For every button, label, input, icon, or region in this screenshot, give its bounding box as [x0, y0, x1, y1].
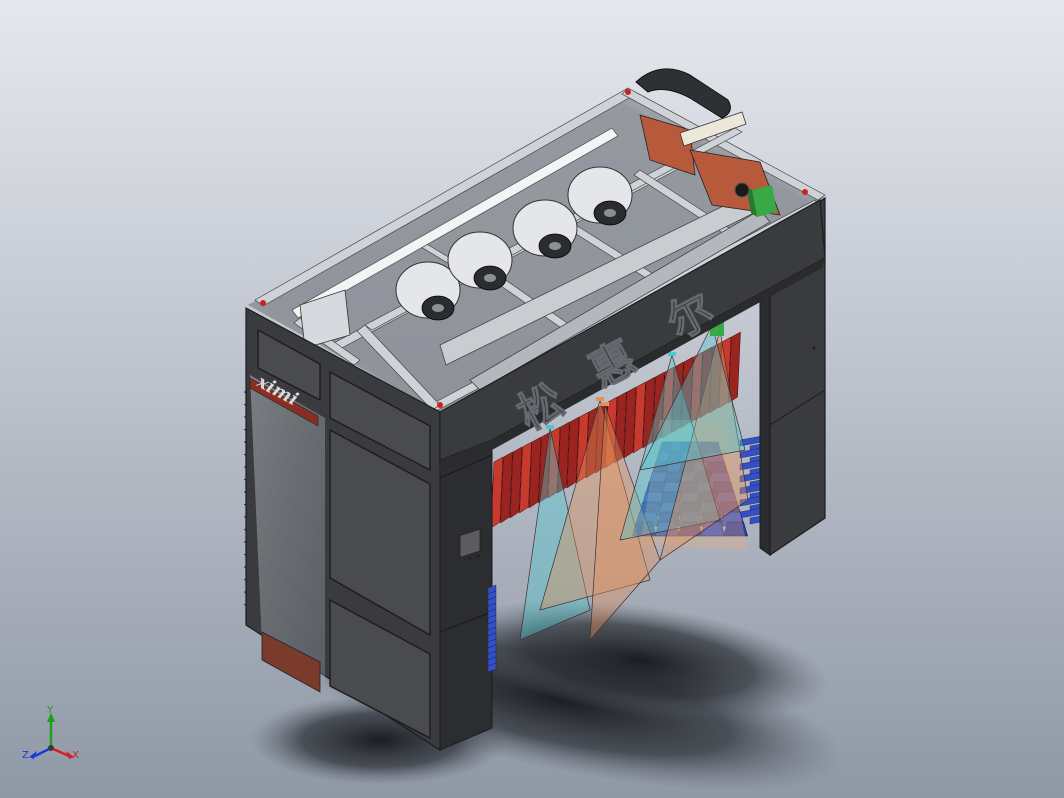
fan-hub	[484, 274, 496, 282]
z-axis-label: Z	[22, 750, 29, 761]
side-flap-stack	[487, 584, 497, 673]
spray-nozzle	[596, 397, 604, 401]
cad-scene[interactable]: ximi 松 惠 尔	[0, 0, 1064, 798]
x-axis-label: X	[72, 750, 79, 761]
cad-viewport[interactable]: ximi 松 惠 尔 Y X Z	[0, 0, 1064, 798]
spray-nozzle	[601, 402, 609, 406]
fan-hub	[432, 304, 444, 312]
triad-origin	[48, 745, 54, 751]
fan-hub	[604, 209, 616, 217]
spray-nozzle	[668, 352, 676, 356]
y-axis-label: Y	[47, 705, 54, 716]
fan-hub	[549, 242, 561, 250]
